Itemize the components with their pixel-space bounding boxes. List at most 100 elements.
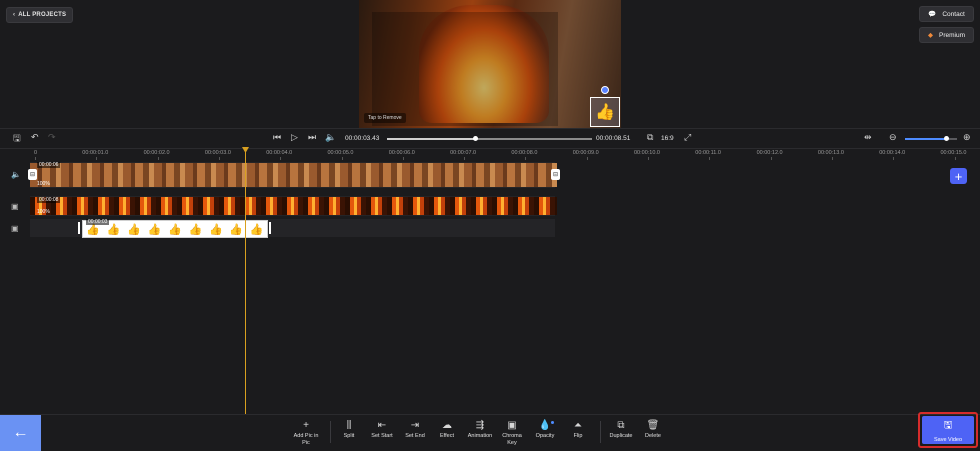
ruler-tick xyxy=(157,157,159,160)
sticker-track-icon[interactable]: ▣ xyxy=(11,224,21,234)
pip-clip-volume: 100% xyxy=(37,209,50,215)
contact-button[interactable]: 💬 Contact xyxy=(919,6,974,22)
main-clip-duration: 00:00:06 xyxy=(37,162,61,168)
sticker-emoji: 👍 xyxy=(229,223,244,236)
animation-button[interactable]: ⇶ Animation xyxy=(462,420,498,440)
duplicate-icon: ⧉ xyxy=(617,420,625,431)
bottom-toolbar: ← + Add Pic in Pic ⫼ Split ⇤ Set Start ⇥… xyxy=(0,414,980,451)
effect-label: Effect xyxy=(440,433,454,439)
all-projects-label: ALL PROJECTS xyxy=(18,12,67,18)
rotate-handle[interactable] xyxy=(601,86,609,94)
zoom-slider[interactable] xyxy=(905,138,957,140)
ruler-label: 00:00:12.0 xyxy=(756,150,783,156)
set-end-button[interactable]: ⇥ Set End xyxy=(397,420,433,440)
ruler-label: 00:00:01.0 xyxy=(82,150,109,156)
pip-clip-duration: 00:00:08 xyxy=(37,197,61,203)
video-preview[interactable]: Tap to Remove 👍 xyxy=(359,0,621,128)
total-time: 00:00:08.51 xyxy=(596,135,631,142)
save-disk-icon[interactable]: 🖫 xyxy=(13,134,21,143)
delete-button[interactable]: 🗑 Delete xyxy=(635,420,671,440)
pip-overlay-frame[interactable] xyxy=(372,12,558,126)
ruler-label: 0 xyxy=(34,150,38,156)
sticker-left-handle[interactable] xyxy=(78,222,80,234)
ruler-tick xyxy=(648,157,649,160)
pip-video-clip[interactable] xyxy=(30,197,557,215)
ruler-label: 00:00:13.0 xyxy=(817,150,844,156)
effect-icon: ☁ xyxy=(442,420,452,431)
pip-track-icon[interactable]: ▣ xyxy=(11,202,21,212)
sticker-overlay[interactable]: 👍 xyxy=(590,97,620,127)
ruler-tick xyxy=(402,157,404,160)
main-clip-right-handle[interactable]: ⊟ xyxy=(551,169,560,180)
premium-label: Premium xyxy=(938,31,965,39)
split-button[interactable]: ⫼ Split xyxy=(331,420,367,440)
zoom-in-icon[interactable]: ⊕ xyxy=(963,133,971,142)
playback-slider-knob[interactable] xyxy=(472,136,478,141)
set-start-label: Set Start xyxy=(371,433,393,439)
ruler-label: 00:00:09.0 xyxy=(572,150,599,156)
play-icon[interactable]: ▷ xyxy=(291,133,298,142)
ruler-label: 00:00:15.0 xyxy=(940,150,967,156)
fit-timeline-icon[interactable]: ⇹ xyxy=(864,133,872,142)
sticker-emoji: 👍 xyxy=(168,223,182,236)
zoom-out-icon[interactable]: ⊖ xyxy=(889,133,897,142)
set-start-button[interactable]: ⇤ Set Start xyxy=(364,420,400,440)
ruler-tick xyxy=(218,157,220,160)
ruler-tick xyxy=(96,157,98,160)
chroma-key-icon: ▣ xyxy=(507,420,517,431)
sticker-emoji: 👍 xyxy=(127,223,141,236)
duplicate-button[interactable]: ⧉ Duplicate xyxy=(603,420,639,440)
ruler-label: 00:00:05.0 xyxy=(327,150,354,156)
arrow-left-icon: ← xyxy=(12,424,29,441)
sticker-clip[interactable]: 👍 👍 👍 👍 👍 👍 👍 👍 👍 xyxy=(82,220,268,238)
zoom-slider-knob[interactable] xyxy=(944,136,950,141)
trash-icon: 🗑 xyxy=(646,420,660,431)
contact-label: Contact xyxy=(942,10,965,18)
ruler-tick xyxy=(464,157,466,160)
add-pip-button[interactable]: + Add Pic in Pic xyxy=(288,420,324,446)
add-track-button[interactable]: + xyxy=(950,168,967,184)
chat-icon: 💬 xyxy=(928,11,937,18)
sticker-emoji: 👍 xyxy=(188,223,203,236)
ruler-tick xyxy=(831,157,833,160)
timeline-ruler[interactable]: 0 00:00:01.0 00:00:02.0 00:00:03.0 00:00:04.… xyxy=(0,148,980,160)
ruler-tick xyxy=(770,157,772,160)
flip-button[interactable]: ⏶ Flip xyxy=(560,420,596,440)
main-video-clip[interactable] xyxy=(30,163,557,187)
playhead[interactable] xyxy=(245,150,246,414)
toolbar-divider xyxy=(600,421,601,443)
diamond-icon: ◆ xyxy=(927,32,933,39)
redo-icon[interactable]: ↷ xyxy=(48,133,56,142)
save-video-button[interactable]: 🖫 Save Video xyxy=(922,416,974,444)
chroma-key-button[interactable]: ▣ Chroma Key xyxy=(494,420,530,446)
opacity-label: Opacity xyxy=(535,433,555,439)
audio-track-icon[interactable]: 🔈 xyxy=(11,170,21,180)
fullscreen-icon[interactable]: ⤢ xyxy=(684,133,691,142)
flip-icon: ⏶ xyxy=(574,420,582,431)
premium-button[interactable]: ◆ Premium xyxy=(919,27,974,43)
skip-end-icon[interactable]: ⏭ xyxy=(308,133,316,142)
volume-icon[interactable]: 🔈 xyxy=(325,133,336,142)
skip-start-icon[interactable]: ⏮ xyxy=(273,133,281,142)
main-clip-left-handle[interactable]: ⊟ xyxy=(28,169,37,180)
effect-button[interactable]: ☁ Effect xyxy=(429,420,465,440)
aspect-ratio-label[interactable]: 16:9 xyxy=(661,135,674,142)
tap-to-remove-label[interactable]: Tap to Remove xyxy=(364,113,406,123)
playback-slider[interactable] xyxy=(387,138,592,140)
all-projects-button[interactable]: ‹ ALL PROJECTS xyxy=(6,7,74,23)
animation-icon: ⇶ xyxy=(475,420,485,431)
back-button[interactable]: ← xyxy=(0,415,41,451)
ruler-label: 00:00:04.0 xyxy=(266,150,293,156)
split-label: Split xyxy=(343,433,355,439)
save-video-highlight: 🖫 Save Video xyxy=(918,412,978,448)
opacity-button[interactable]: 💧 Opacity xyxy=(527,420,563,440)
ruler-tick xyxy=(35,157,36,160)
ruler-label: 00:00:08.0 xyxy=(511,150,538,156)
save-disk-icon: 🖫 xyxy=(943,419,953,431)
delete-label: Delete xyxy=(645,433,661,439)
plus-icon: + xyxy=(303,420,309,431)
ruler-tick xyxy=(586,157,588,160)
aspect-ratio-icon[interactable]: ⧉ xyxy=(647,133,653,142)
undo-icon[interactable]: ↶ xyxy=(31,133,39,142)
sticker-right-handle[interactable] xyxy=(269,222,271,234)
